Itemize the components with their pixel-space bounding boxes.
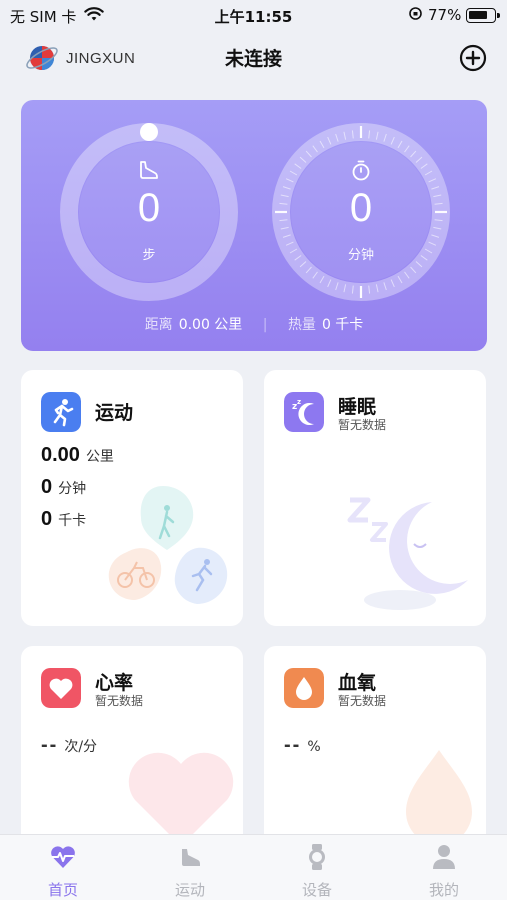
shoe-icon bbox=[140, 161, 158, 179]
oxygen-title: 血氧 bbox=[338, 672, 377, 694]
bottom-tab-bar: 首页 运动 设备 我的 bbox=[0, 834, 507, 900]
tab-profile[interactable]: 我的 bbox=[381, 835, 507, 900]
tab-device-label: 设备 bbox=[301, 881, 332, 899]
header: JINGXUN 未连接 bbox=[0, 30, 507, 86]
heart-rate-card[interactable]: 心率 暂无数据 -- 次/分 bbox=[21, 646, 243, 846]
sleep-moon-icon: z z bbox=[284, 392, 324, 432]
heart-pulse-icon bbox=[51, 846, 75, 868]
battery-percent: 77% bbox=[428, 6, 462, 24]
sleeping-moon-illustration bbox=[347, 497, 468, 610]
sleep-title: 睡眠 bbox=[338, 396, 377, 418]
sport-calories: 0 千卡 bbox=[41, 508, 87, 530]
heart-subtitle: 暂无数据 bbox=[95, 694, 144, 708]
summary-separator: | bbox=[262, 317, 268, 333]
sport-title: 运动 bbox=[95, 402, 134, 424]
page-title: 未连接 bbox=[224, 48, 282, 70]
watch-icon bbox=[309, 844, 325, 870]
stopwatch-icon bbox=[352, 160, 370, 181]
distance-value: 0.00 公里 bbox=[178, 317, 243, 333]
oxygen-subtitle: 暂无数据 bbox=[338, 694, 387, 708]
tab-device[interactable]: 设备 bbox=[254, 835, 380, 900]
heart-title: 心率 bbox=[95, 672, 134, 694]
battery-icon bbox=[466, 8, 500, 23]
calories-label: 热量 bbox=[287, 317, 316, 333]
person-icon bbox=[433, 845, 455, 869]
add-device-button[interactable] bbox=[459, 44, 487, 72]
heart-icon bbox=[41, 668, 81, 708]
calories-value: 0 千卡 bbox=[321, 317, 364, 333]
sport-card[interactable]: 运动 0.00 公里 0 分钟 0 千卡 bbox=[21, 370, 243, 626]
blood-drop-icon bbox=[284, 668, 324, 708]
tab-home[interactable]: 首页 bbox=[0, 835, 126, 900]
blood-drop-illustration bbox=[406, 750, 472, 845]
status-bar: 无 SIM 卡 上午11:55 77% bbox=[0, 0, 507, 30]
sport-duration: 0 分钟 bbox=[41, 476, 87, 498]
tab-sport[interactable]: 运动 bbox=[127, 835, 253, 900]
sleep-subtitle: 暂无数据 bbox=[338, 418, 387, 432]
activity-summary-card[interactable]: 0 步 0 分钟 距离 0.00 公里 | 热量 0 千卡 bbox=[21, 100, 487, 351]
shoe-icon bbox=[182, 849, 200, 866]
tab-profile-label: 我的 bbox=[428, 881, 459, 899]
steps-ring: 0 步 bbox=[59, 122, 239, 302]
activity-types-illustration bbox=[108, 486, 228, 604]
blood-oxygen-card[interactable]: 血氧 暂无数据 --% bbox=[264, 646, 486, 846]
duration-value: 0 bbox=[349, 186, 373, 230]
oxygen-value: --% bbox=[284, 734, 321, 756]
tab-sport-label: 运动 bbox=[174, 881, 205, 899]
orientation-lock-icon bbox=[408, 6, 423, 25]
duration-ring: 0 分钟 bbox=[271, 122, 451, 302]
running-icon bbox=[41, 392, 81, 432]
plus-circle-icon bbox=[459, 44, 487, 72]
sport-distance: 0.00 公里 bbox=[41, 444, 114, 466]
distance-calories-summary: 距离 0.00 公里 | 热量 0 千卡 bbox=[21, 314, 487, 334]
svg-text:z: z bbox=[297, 398, 301, 406]
steps-value: 0 bbox=[137, 186, 161, 230]
heart-illustration bbox=[128, 752, 234, 846]
duration-unit: 分钟 bbox=[347, 248, 374, 263]
steps-unit: 步 bbox=[142, 248, 156, 263]
distance-label: 距离 bbox=[144, 317, 173, 333]
tab-home-label: 首页 bbox=[47, 881, 78, 899]
sleep-card[interactable]: z z 睡眠 暂无数据 bbox=[264, 370, 486, 626]
heart-rate-value: -- 次/分 bbox=[41, 734, 98, 756]
